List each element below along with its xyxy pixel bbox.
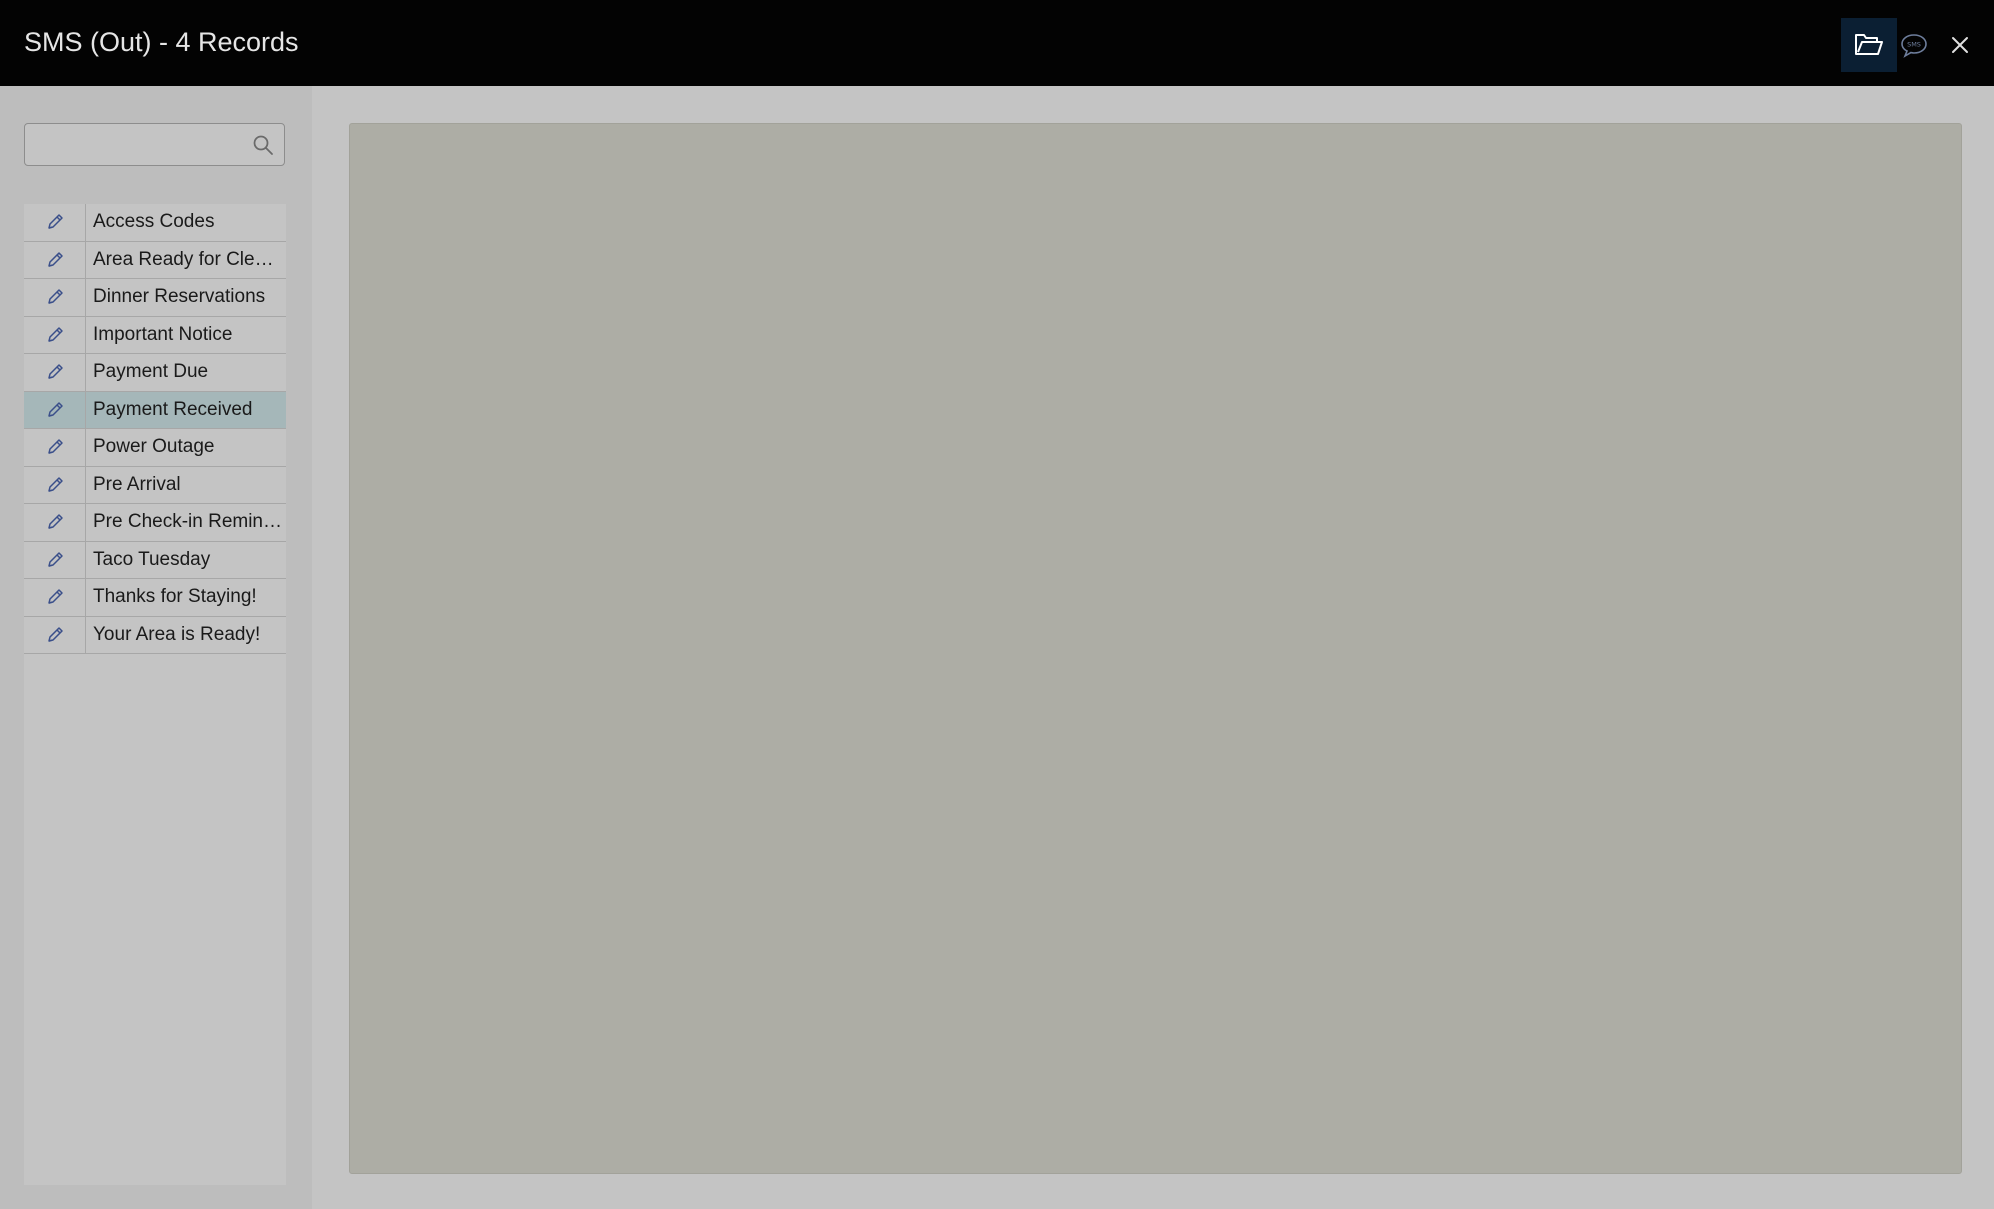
list-item-label: Dinner Reservations — [93, 286, 266, 308]
main-area — [312, 86, 1994, 1209]
svg-text:SMS: SMS — [1907, 41, 1921, 49]
list-item-label: Power Outage — [93, 436, 215, 458]
list-item-label: Pre Check-in Reminder — [93, 511, 284, 533]
edit-button[interactable] — [24, 579, 86, 616]
edit-button[interactable] — [24, 616, 86, 653]
list-item-label: Area Ready for Clean... — [93, 248, 284, 270]
title-bar: SMS (Out) - 4 Records SMS — [0, 0, 1994, 86]
list-item-label: Access Codes — [93, 211, 215, 233]
edit-button[interactable] — [24, 429, 86, 466]
pencil-icon — [47, 402, 63, 417]
pencil-icon — [47, 477, 63, 492]
search-input[interactable] — [25, 124, 245, 164]
list-item[interactable]: Payment Due — [24, 354, 286, 392]
list-item[interactable]: Area Ready for Clean... — [24, 241, 286, 279]
edit-button[interactable] — [24, 504, 86, 541]
list-item[interactable]: Pre Check-in Reminder — [24, 504, 286, 542]
close-button[interactable] — [1932, 18, 1988, 72]
list-item[interactable]: Access Codes — [24, 204, 286, 242]
list-item-label: Payment Received — [93, 398, 253, 420]
search-icon[interactable] — [252, 134, 274, 156]
list-item-label: Thanks for Staying! — [93, 586, 257, 608]
list-item[interactable]: Power Outage — [24, 429, 286, 467]
list-item-label: Pre Arrival — [93, 473, 181, 495]
pencil-icon — [47, 252, 63, 267]
list-item[interactable]: Taco Tuesday — [24, 541, 286, 579]
pencil-icon — [47, 627, 63, 642]
edit-button[interactable] — [24, 204, 86, 241]
edit-button[interactable] — [24, 391, 86, 428]
pencil-icon — [47, 289, 63, 304]
close-icon — [1952, 37, 1968, 53]
window-title: SMS (Out) - 4 Records — [24, 27, 299, 57]
list-item-label: Important Notice — [93, 323, 233, 345]
sms-chat-icon: SMS — [1901, 34, 1927, 58]
list-item-label: Payment Due — [93, 361, 209, 383]
pencil-icon — [47, 364, 63, 379]
search-box — [24, 123, 285, 166]
folder-open-icon — [1855, 34, 1883, 55]
edit-button[interactable] — [24, 279, 86, 316]
pencil-icon — [47, 327, 63, 342]
list-item[interactable]: Thanks for Staying! — [24, 579, 286, 617]
pencil-icon — [47, 589, 63, 604]
pencil-icon — [47, 214, 63, 229]
list-item[interactable]: Pre Arrival — [24, 466, 286, 504]
template-list: Access Codes Area Ready for Clean... Din… — [24, 204, 286, 1185]
edit-button[interactable] — [24, 316, 86, 353]
list-item[interactable]: Important Notice — [24, 316, 286, 354]
edit-button[interactable] — [24, 354, 86, 391]
pencil-icon — [47, 552, 63, 567]
list-item[interactable]: Dinner Reservations — [24, 279, 286, 317]
pencil-icon — [47, 439, 63, 454]
edit-button[interactable] — [24, 241, 86, 278]
edit-button[interactable] — [24, 541, 86, 578]
detail-panel — [349, 123, 1962, 1174]
list-item[interactable]: Your Area is Ready! — [24, 616, 286, 654]
pencil-icon — [47, 514, 63, 529]
list-item-label: Taco Tuesday — [93, 548, 211, 570]
edit-button[interactable] — [24, 466, 86, 503]
list-item-label: Your Area is Ready! — [93, 623, 261, 645]
list-item[interactable]: Payment Received — [24, 391, 286, 429]
template-sidebar: Access Codes Area Ready for Clean... Din… — [0, 86, 312, 1209]
